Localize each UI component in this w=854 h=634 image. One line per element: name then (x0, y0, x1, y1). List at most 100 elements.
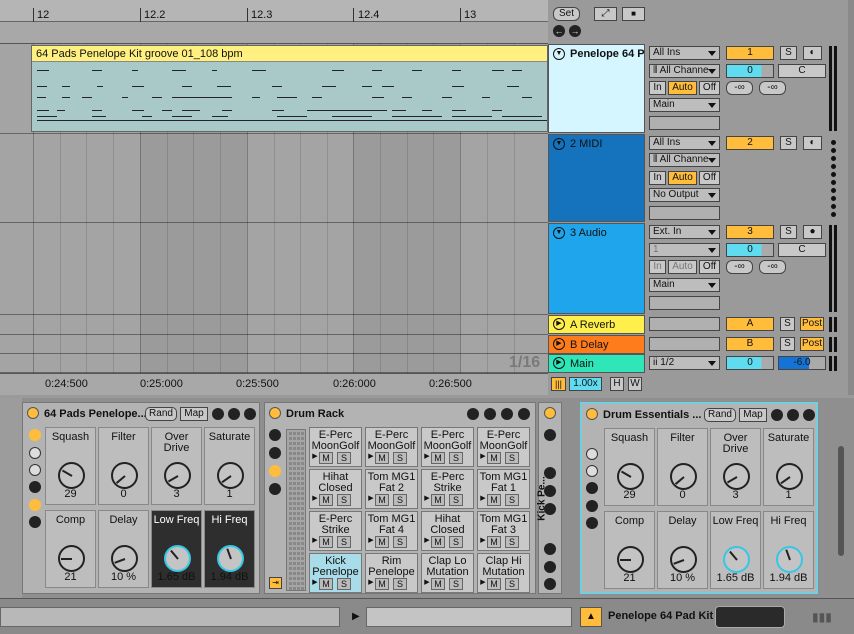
pad-solo-button[interactable]: S (505, 494, 519, 506)
waveform-toggle-icon[interactable]: ||| (551, 377, 566, 391)
pad-mute-button[interactable]: M (319, 494, 333, 506)
pan-field[interactable]: C (778, 64, 826, 78)
chain-icon[interactable] (544, 467, 556, 479)
return-b-output[interactable] (649, 337, 720, 351)
input-type-select[interactable]: Ext. In (649, 225, 720, 239)
pad-play-icon[interactable]: ▶ (311, 578, 319, 590)
time-ruler[interactable]: 0:24:500 0:25:000 0:25:500 0:26:000 0:26… (0, 373, 548, 395)
chain-on-icon[interactable] (544, 407, 556, 419)
macro-knob[interactable] (723, 463, 750, 490)
pad-mute-button[interactable]: M (487, 452, 501, 464)
bars-icon[interactable]: ▮▮▮ (812, 610, 832, 624)
pad-play-icon[interactable]: ▶ (311, 536, 319, 548)
volume-field[interactable]: 0 (726, 356, 774, 370)
device-title[interactable]: Drum Rack (286, 408, 344, 420)
pad-solo-button[interactable]: S (505, 452, 519, 464)
set-button[interactable]: Set (553, 7, 580, 21)
track2-title[interactable]: ▼ 2 MIDI (548, 134, 645, 222)
h-button[interactable]: H (610, 377, 624, 391)
pad-solo-button[interactable]: S (393, 536, 407, 548)
chain-icon[interactable] (544, 543, 556, 555)
save-icon[interactable] (787, 409, 799, 421)
drum-pad[interactable]: E-Perc MoonGolf ▶ M S (477, 427, 530, 467)
rand-button[interactable]: Rand (704, 408, 736, 422)
pad-mute-button[interactable]: M (431, 494, 445, 506)
macro-knob[interactable] (217, 462, 244, 489)
w-button[interactable]: W (628, 377, 642, 391)
track-activator[interactable]: 2 (726, 136, 774, 150)
auto-select-icon[interactable]: ⇥ (269, 577, 282, 589)
macro-knob[interactable] (111, 462, 138, 489)
input-type-select[interactable]: All Ins (649, 136, 720, 150)
macro-knob[interactable] (776, 546, 803, 573)
send-b-field[interactable]: -∞ (759, 260, 786, 274)
pad-solo-button[interactable]: S (449, 536, 463, 548)
pad-solo-button[interactable]: S (449, 578, 463, 590)
pad-mute-button[interactable]: M (431, 578, 445, 590)
post-button[interactable]: Post (800, 337, 824, 351)
more-icon[interactable] (518, 408, 530, 420)
pad-play-icon[interactable]: ▶ (367, 494, 375, 506)
map-button[interactable]: Map (180, 407, 208, 421)
pad-mute-button[interactable]: M (375, 578, 389, 590)
macro-knob[interactable] (111, 545, 138, 572)
pad-solo-button[interactable]: S (505, 536, 519, 548)
pad-play-icon[interactable]: ▶ (367, 536, 375, 548)
record-arm-icon[interactable]: ◐ (803, 136, 822, 150)
back-arrow-icon[interactable]: ← (553, 25, 565, 37)
list-icon[interactable] (29, 516, 41, 528)
pad-mute-button[interactable]: M (431, 452, 445, 464)
groove-icon[interactable] (467, 408, 479, 420)
pad-mute-button[interactable]: M (487, 494, 501, 506)
show-chains-icon[interactable] (586, 500, 598, 512)
input-channel-select[interactable]: ⦀ All Channe (649, 64, 720, 78)
pad-mute-button[interactable]: M (487, 578, 501, 590)
macro-knob-cell[interactable]: Low Freq 1.65 dB (710, 511, 761, 589)
device-on-icon[interactable] (269, 407, 281, 419)
macro-knob[interactable] (670, 463, 697, 490)
forward-arrow-icon[interactable]: → (569, 25, 581, 37)
chain-icon[interactable] (544, 561, 556, 573)
volume-field[interactable]: 0 (726, 64, 774, 78)
macro-knob-cell[interactable]: Saturate 1 (763, 428, 814, 506)
macro-knob-cell[interactable]: Hi Freq 1.94 dB (763, 511, 814, 589)
add-variation-icon[interactable] (586, 448, 598, 460)
macro-knob-cell[interactable]: Filter 0 (657, 428, 708, 506)
pad-solo-button[interactable]: S (449, 494, 463, 506)
pad-play-icon[interactable]: ▶ (479, 494, 487, 506)
solo-button[interactable]: S (780, 225, 797, 239)
pad-mute-button[interactable]: M (375, 536, 389, 548)
input-type-select[interactable]: All Ins (649, 46, 720, 60)
master-volume-field[interactable]: -6.0 (778, 356, 826, 370)
solo-button[interactable]: S (780, 317, 795, 331)
pad-mute-button[interactable]: M (431, 536, 445, 548)
pad-solo-button[interactable]: S (393, 578, 407, 590)
drum-pad[interactable]: Clap Lo Mutation ▶ M S (421, 553, 474, 593)
drum-pad[interactable]: Tom MG1 Fat 3 ▶ M S (477, 511, 530, 551)
track3-title[interactable]: ▼ 3 Audio (548, 223, 645, 314)
return-a-output[interactable] (649, 317, 720, 331)
remove-variation-icon[interactable] (586, 465, 598, 477)
macro-button-icon[interactable] (29, 429, 41, 441)
chain-toggle-icon[interactable] (484, 408, 496, 420)
return-a-title[interactable]: ▶ A Reverb (548, 315, 645, 334)
macro-knob-cell[interactable]: Comp 21 (45, 510, 96, 588)
monitor-in[interactable]: In (649, 260, 666, 274)
list-icon[interactable] (586, 517, 598, 529)
beat-ruler[interactable]: 12 12.2 12.3 12.4 13 (0, 0, 548, 22)
output-select[interactable]: Main (649, 98, 720, 112)
chain-io-icon[interactable] (544, 429, 556, 441)
output-select[interactable]: No Output (649, 188, 720, 202)
macro-knob-cell[interactable]: Squash 29 (45, 427, 96, 505)
show-chains-icon[interactable] (29, 499, 41, 511)
fold-icon[interactable]: ▼ (553, 227, 565, 239)
track-activator[interactable]: A (726, 317, 774, 331)
save-icon[interactable] (501, 408, 513, 420)
macro-knob-cell[interactable]: Low Freq 1.65 dB (151, 510, 202, 588)
scrollbar-right[interactable] (848, 0, 854, 395)
list-icon[interactable] (269, 483, 281, 495)
lock-icon[interactable]: ■ (622, 7, 645, 21)
drum-pad[interactable]: Clap Hi Mutation ▶ M S (477, 553, 530, 593)
cue-out-select[interactable]: ii 1/2 (649, 356, 720, 370)
solo-button[interactable]: S (780, 46, 797, 60)
